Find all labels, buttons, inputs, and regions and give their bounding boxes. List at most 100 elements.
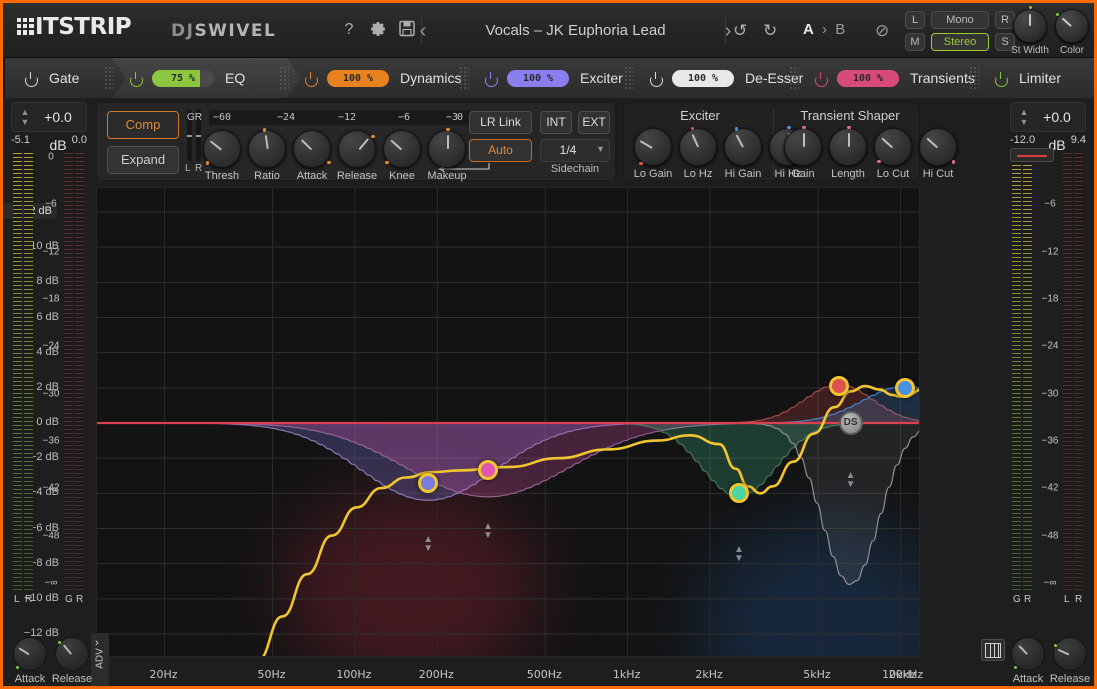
knob-indicator-dot [639,161,643,166]
output-meter-section: ▲▼ +0.0 dB -12.0 9.4 0−6−12−18−24−30−36−… [1004,102,1092,657]
eq-band-handle-3[interactable] [728,483,749,504]
eq-band-q-control[interactable]: ▲ ▼ [481,522,495,541]
input-gain-stepper[interactable]: ▲ ▼ [19,107,31,128]
power-icon[interactable] [648,71,663,86]
channel-button-stereo[interactable]: Stereo [931,33,989,51]
limiter-knob-release[interactable]: Release [1050,637,1090,685]
gate-knob-attack[interactable]: Attack [13,637,47,685]
ab-separator-icon: › [822,21,830,38]
sidechain-select[interactable]: 1/4 ▾ [540,139,610,162]
knob-color-label: Color [1060,45,1084,56]
limiter-knob-attack[interactable]: Attack [1011,637,1045,685]
knob-indicator-dot [15,665,19,669]
knob-exciter-lo-gain[interactable]: Lo Gain [634,128,672,180]
power-icon[interactable] [128,71,143,86]
knob-transient-length[interactable]: Length [829,125,867,180]
power-icon[interactable] [993,71,1008,86]
output-gain-stepper[interactable]: ▲ ▼ [1018,107,1030,128]
tab-gate[interactable]: Gate [5,58,126,98]
redo-icon[interactable]: ↻ [763,21,777,41]
tab-eq[interactable]: 75 % EQ [110,58,301,98]
ab-a-label[interactable]: A [803,21,816,38]
level-meter-bar [24,150,33,590]
channel-button-m[interactable]: M [905,33,925,51]
channel-button-l[interactable]: L [905,11,925,29]
knob-ratio[interactable]: Ratio [248,128,286,182]
knob-makeup[interactable]: Makeup [427,127,467,182]
gr-tick: −12 [338,112,357,123]
deesser-q-control[interactable]: ▲ ▼ [844,471,858,490]
meter-channel-label: R [76,594,84,605]
knob-attack[interactable]: Attack [293,130,331,182]
tab-amount-slider[interactable]: 100 % [327,70,389,87]
tab-amount-slider[interactable]: 100 % [507,70,569,87]
reduction-meter-bar [1074,150,1083,590]
tab-amount-slider[interactable]: 75 % [152,70,214,87]
tab-label: Dynamics [400,70,462,86]
gear-icon[interactable] [369,20,387,43]
knob-release[interactable]: Release [337,130,377,182]
x-axis-label: 1kHz [612,668,641,681]
input-gain-box[interactable]: ▲ ▼ +0.0 dB [11,102,87,153]
tab-de-esser[interactable]: 100 % De-Esser [630,58,811,98]
power-icon[interactable] [303,71,318,86]
eq-curve-canvas [97,188,919,656]
piano-keyboard-icon[interactable] [981,639,1005,661]
output-gain-box[interactable]: ▲ ▼ +0.0 dB [1010,102,1086,153]
eq-band-handle-1[interactable] [418,472,439,493]
knob-transient-gain[interactable]: Gain [784,125,822,180]
eq-band-handle-4[interactable] [828,376,849,397]
power-icon[interactable] [483,71,498,86]
knob-color[interactable]: Color [1055,9,1089,56]
power-icon[interactable] [813,71,828,86]
knob-exciter-lo-hz[interactable]: Lo Hz [679,126,717,180]
tab-transients[interactable]: 100 % Transients [795,58,991,98]
knob-knee[interactable]: Knee [383,130,421,182]
comp-mode-button[interactable]: Comp [107,111,179,139]
brand-name: DJSWIVEL [171,21,276,41]
meter-scale-tick: −12 [42,246,60,258]
knob-thresh[interactable]: Thresh [203,130,241,182]
tab-amount-slider[interactable]: 100 % [672,70,734,87]
eq-band-q-control[interactable]: ▲ ▼ [732,545,746,564]
expand-mode-button[interactable]: Expand [107,146,179,174]
limiter-knob-release-label: Release [1049,673,1091,685]
tab-limiter[interactable]: Limiter [975,58,1094,98]
tab-exciter[interactable]: 100 % Exciter [465,58,646,98]
eq-band-q-control[interactable]: ▲ ▼ [421,534,435,553]
sidechain-ext-button[interactable]: EXT [578,111,610,134]
ab-compare[interactable]: A › B [803,21,847,38]
gr-label: GR [187,112,202,123]
channel-button-mono[interactable]: Mono [931,11,989,29]
gate-knob-release[interactable]: Release [52,637,92,685]
preset-name[interactable]: Vocals – JK Euphoria Lead [428,13,723,48]
module-tab-bar: Gate 75 % EQ 100 % Dynamics 100 % Exciter 100 %… [3,58,1094,98]
knob-transient-hi-cut[interactable]: Hi Cut [919,128,957,180]
output-peak-right: 9.4 [1070,134,1086,146]
knob-transient-lo-cut[interactable]: Lo Cut [874,128,912,180]
ab-b-label[interactable]: B [835,21,847,38]
undo-icon[interactable]: ↺ [733,21,747,41]
clip-indicator[interactable] [1010,148,1054,162]
sidechain-int-button[interactable]: INT [540,111,572,134]
tab-dynamics[interactable]: 100 % Dynamics [285,58,481,98]
eq-band-handle-2[interactable] [477,460,498,481]
knob-exciter-hi-gain[interactable]: Hi Gain [724,127,762,180]
auto-button[interactable]: Auto [469,139,532,162]
reduction-meter-bar [75,150,84,590]
deesser-handle[interactable]: DS [838,411,863,435]
help-icon[interactable]: ? [341,21,357,39]
eq-band-handle-5[interactable] [895,377,916,398]
lr-link-button[interactable]: LR Link [469,111,532,134]
power-icon[interactable] [23,71,38,86]
level-meter-bar [13,150,22,590]
gr-tick: −6 [398,112,411,123]
tab-amount-slider[interactable]: 100 % [837,70,899,87]
eq-band-fill [97,384,919,423]
knob-st-width[interactable]: St Width [1011,5,1049,56]
bypass-icon[interactable]: ⊘ [875,21,889,41]
channel-button-r[interactable]: R [995,11,1015,29]
knob-makeup-label: Makeup [427,170,467,182]
meter-scale-tick: −18 [1041,293,1059,305]
eq-graph[interactable]: ▲ ▼ ▲ ▼ ▲ ▼ DS ▲ ▼ [96,187,920,657]
